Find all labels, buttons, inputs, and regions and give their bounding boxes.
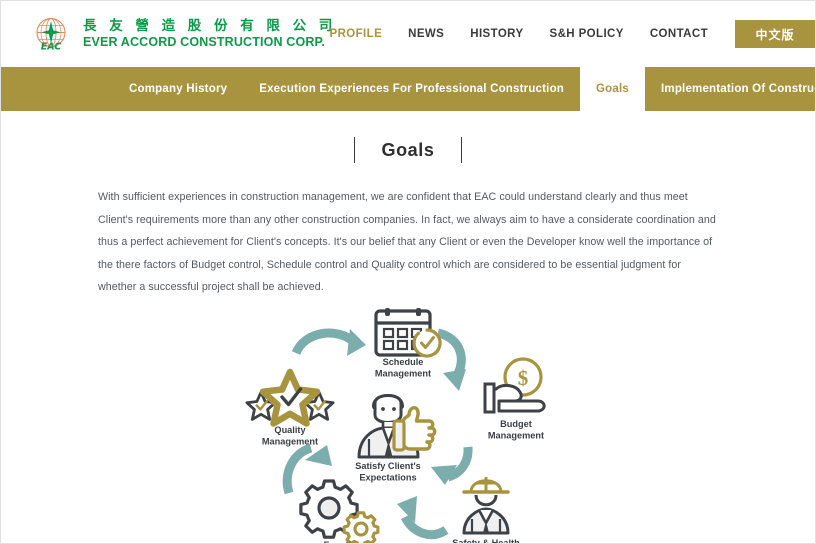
language-switch-button[interactable]: 中文版: [735, 20, 815, 48]
node-center-satisfy-client[interactable]: Satisfy Client's Expectations: [355, 393, 437, 483]
cycle-diagram-svg: Schedule Management $ Budget Management: [245, 307, 546, 544]
node-schedule-label-1: Schedule: [383, 357, 424, 367]
node-quality-label-2: Management: [262, 436, 318, 446]
businessman-thumbs-up-icon: [357, 393, 437, 458]
brand-logo[interactable]: EAC 長 友 營 造 股 份 有 限 公 司 EVER ACCORD CONS…: [29, 12, 336, 56]
brand-name-en: EVER ACCORD CONSTRUCTION CORP.: [83, 35, 326, 50]
node-function-label-1: Function: [324, 540, 363, 544]
node-budget-label-2: Management: [488, 430, 544, 440]
nav-item-contact[interactable]: CONTACT: [637, 28, 721, 40]
title-rule-right: [460, 137, 462, 163]
node-function-management[interactable]: Function Management: [299, 478, 380, 544]
node-budget-label-1: Budget: [500, 419, 532, 429]
node-schedule-label-2: Management: [375, 368, 431, 378]
brand-name-cn: 長 友 營 造 股 份 有 限 公 司: [83, 17, 337, 34]
svg-text:EAC: EAC: [41, 42, 62, 53]
title-rule-left: [354, 137, 356, 163]
nav-item-sh-policy[interactable]: S&H POLICY: [537, 28, 637, 40]
brand-text: 長 友 營 造 股 份 有 限 公 司 EVER ACCORD CONSTRUC…: [83, 17, 337, 50]
arrow-safety-to-function-icon: [397, 495, 449, 539]
site-header: EAC 長 友 營 造 股 份 有 限 公 司 EVER ACCORD CONS…: [1, 1, 815, 67]
node-safety-health-management[interactable]: Safety & Health Management: [452, 476, 520, 544]
nav-item-news[interactable]: NEWS: [395, 28, 457, 40]
node-safety-label-1: Safety & Health: [452, 538, 520, 544]
secondary-navigation: Company History Execution Experiences Fo…: [1, 67, 815, 111]
page-title: Goals: [381, 139, 435, 160]
gears-icon: [299, 478, 380, 543]
nav-item-history[interactable]: HISTORY: [457, 28, 536, 40]
calendar-check-icon: [374, 307, 442, 358]
center-label-2: Expectations: [359, 472, 416, 482]
page-root: EAC 長 友 營 造 股 份 有 限 公 司 EVER ACCORD CONS…: [0, 0, 816, 544]
arrow-safety-to-budget-icon: [431, 446, 473, 485]
node-schedule-management[interactable]: Schedule Management: [374, 307, 442, 379]
center-label-1: Satisfy Client's: [355, 461, 421, 471]
node-quality-label-1: Quality: [274, 425, 306, 435]
hardhat-worker-icon: [462, 476, 510, 534]
svg-text:$: $: [518, 366, 529, 390]
node-budget-management[interactable]: $ Budget Management: [483, 356, 546, 441]
nav-item-profile[interactable]: PROFILE: [317, 28, 396, 40]
globe-star-logo-icon: EAC: [29, 12, 73, 56]
node-quality-management[interactable]: Quality Management: [245, 368, 335, 447]
page-title-block: Goals: [1, 137, 815, 163]
subnav-item-goals[interactable]: Goals: [580, 67, 645, 111]
three-stars-icon: [245, 368, 335, 427]
arrow-quality-to-schedule-icon: [291, 328, 366, 356]
subnav-item-implementation[interactable]: Implementation Of Construction Plans: [645, 67, 815, 111]
subnav-item-company-history[interactable]: Company History: [113, 67, 243, 111]
hand-coin-icon: $: [483, 356, 546, 413]
intro-paragraph: With sufficient experiences in construct…: [98, 191, 716, 293]
goals-cycle-diagram: Schedule Management $ Budget Management: [1, 305, 815, 544]
arrow-schedule-to-budget-icon: [436, 328, 466, 391]
subnav-item-execution-experiences[interactable]: Execution Experiences For Professional C…: [243, 67, 580, 111]
primary-navigation: PROFILE NEWS HISTORY S&H POLICY CONTACT …: [317, 1, 815, 67]
